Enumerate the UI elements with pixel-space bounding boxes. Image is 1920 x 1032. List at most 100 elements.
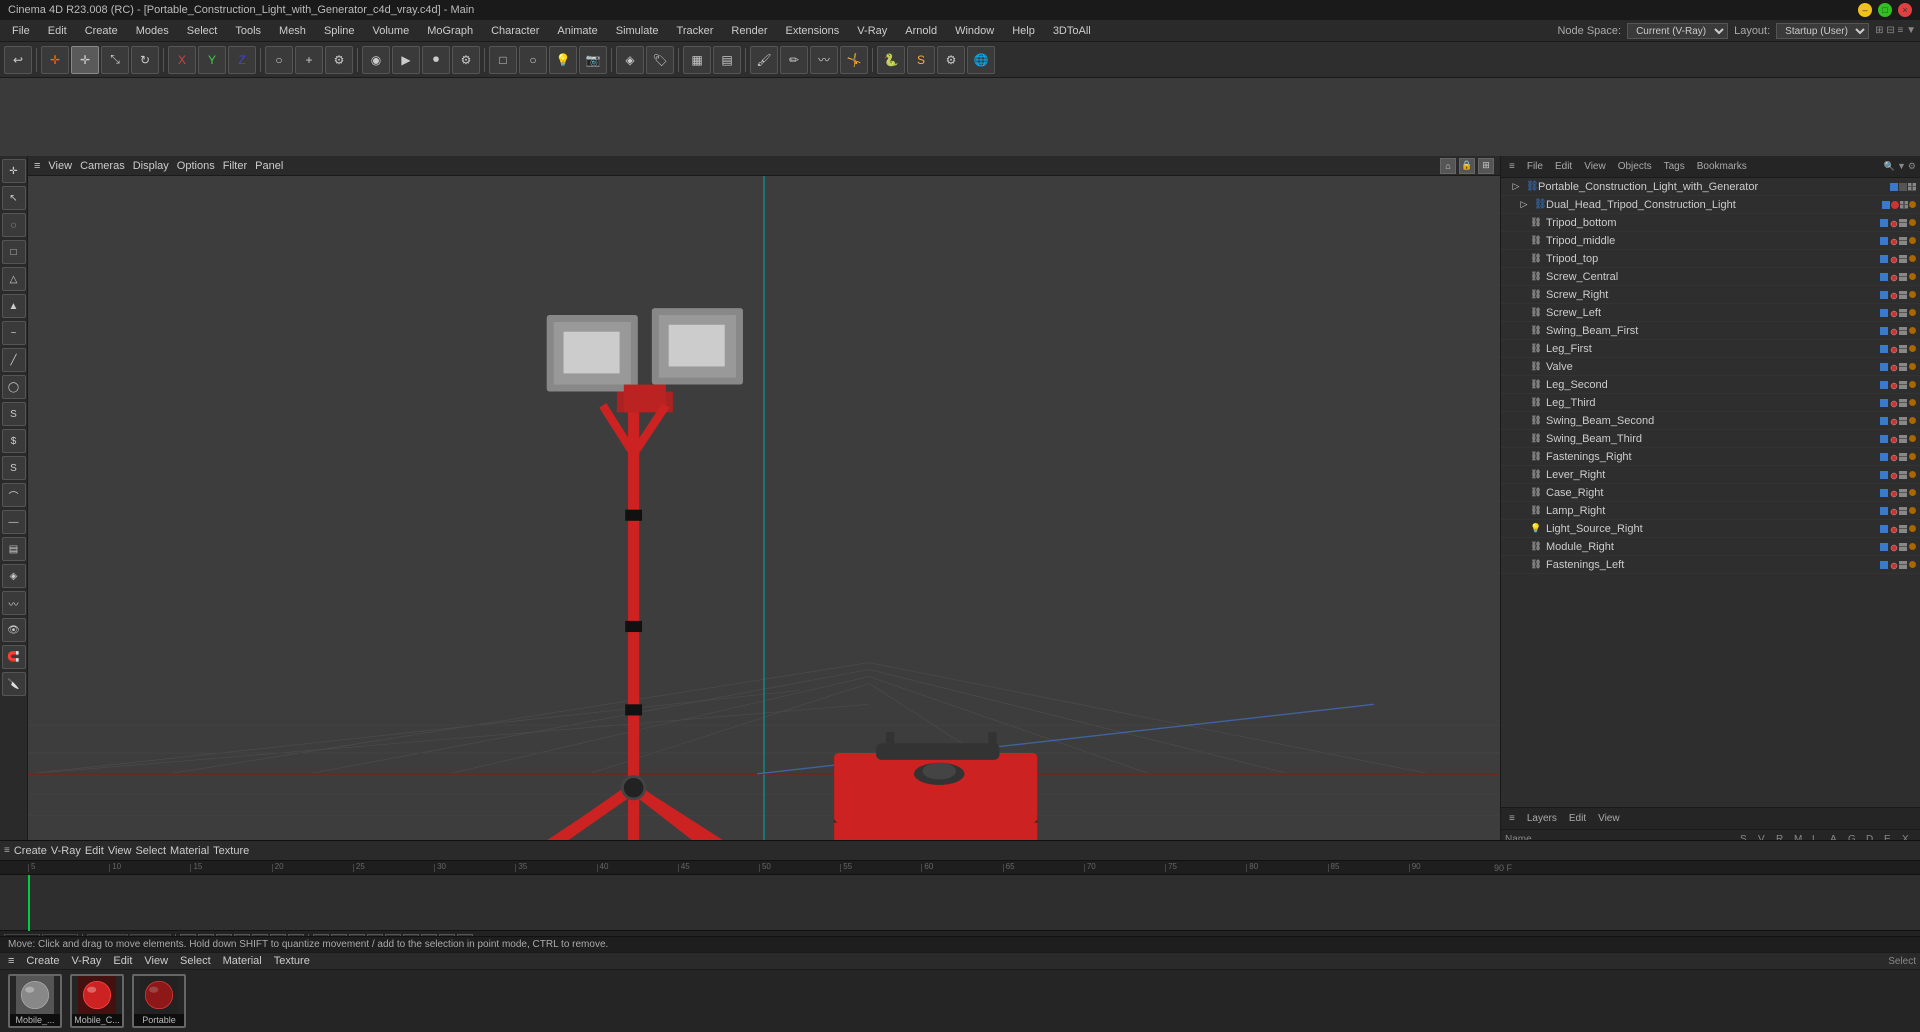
node-space-select[interactable]: Current (V-Ray): [1627, 23, 1728, 39]
vp-icon-expand[interactable]: ⊞: [1478, 158, 1494, 174]
obj-menu-toggle[interactable]: ≡: [1505, 161, 1519, 172]
obj-render[interactable]: [1890, 561, 1898, 569]
scale-button[interactable]: ⤡: [101, 46, 129, 74]
script-button[interactable]: S: [907, 46, 935, 74]
tool-sculpt[interactable]: ◈: [2, 564, 26, 588]
obj-render[interactable]: [1890, 453, 1898, 461]
obj-vis[interactable]: [1880, 417, 1888, 425]
y-axis-button[interactable]: Y: [198, 46, 226, 74]
tl-menu-select[interactable]: Select: [135, 845, 166, 857]
obj-row-screw_left[interactable]: ⛓ Screw_Left: [1501, 304, 1920, 322]
close-button[interactable]: ×: [1898, 3, 1912, 17]
vp-menu-panel[interactable]: Panel: [255, 160, 283, 172]
tool-spline[interactable]: ~: [2, 321, 26, 345]
tl-menu-create[interactable]: Create: [14, 845, 47, 857]
mat-menu-view[interactable]: View: [140, 955, 172, 967]
obj-row-root[interactable]: ▷ ⛓ Portable_Construction_Light_with_Gen…: [1501, 178, 1920, 196]
layout-select[interactable]: Startup (User): [1776, 23, 1869, 39]
light-button[interactable]: 💡: [549, 46, 577, 74]
material-thumb-1[interactable]: Mobile_...: [8, 974, 62, 1028]
camera-button[interactable]: 📷: [579, 46, 607, 74]
obj-render[interactable]: [1890, 327, 1898, 335]
menu-volume[interactable]: Volume: [365, 23, 418, 39]
obj-vis[interactable]: [1880, 525, 1888, 533]
terrain-button[interactable]: ▦: [683, 46, 711, 74]
obj-row-module_right[interactable]: ⛓ Module_Right: [1501, 538, 1920, 556]
move-button[interactable]: ✛: [71, 46, 99, 74]
obj-render[interactable]: [1890, 489, 1898, 497]
obj-row-screw_right[interactable]: ⛓ Screw_Right: [1501, 286, 1920, 304]
menu-vray[interactable]: V-Ray: [849, 23, 895, 39]
obj-row-tripod_middle[interactable]: ⛓ Tripod_middle: [1501, 232, 1920, 250]
menu-3dtoall[interactable]: 3DToAll: [1045, 23, 1099, 39]
menu-simulate[interactable]: Simulate: [608, 23, 667, 39]
vp-icon-lock[interactable]: 🔒: [1459, 158, 1475, 174]
obj-vis[interactable]: [1880, 471, 1888, 479]
tl-menu-edit[interactable]: Edit: [85, 845, 104, 857]
obj-vis-dot-2[interactable]: [1882, 201, 1890, 209]
play-button[interactable]: ▶: [392, 46, 420, 74]
mat-menu-select[interactable]: Select: [176, 955, 215, 967]
mat-menu-material[interactable]: Material: [219, 955, 266, 967]
menu-edit[interactable]: Edit: [40, 23, 75, 39]
obj-row-light_source_right[interactable]: 💡 Light_Source_Right: [1501, 520, 1920, 538]
tool-select[interactable]: ↖: [2, 186, 26, 210]
menu-help[interactable]: Help: [1004, 23, 1043, 39]
minimize-button[interactable]: –: [1858, 3, 1872, 17]
mat-menu-vray[interactable]: V-Ray: [67, 955, 105, 967]
mat-menu-create[interactable]: Create: [22, 955, 63, 967]
obj-vis[interactable]: [1880, 345, 1888, 353]
terrain2-button[interactable]: ▤: [713, 46, 741, 74]
viewport-solo-button[interactable]: ◉: [362, 46, 390, 74]
obj-render[interactable]: [1890, 237, 1898, 245]
obj-render[interactable]: [1890, 309, 1898, 317]
obj-render[interactable]: [1890, 219, 1898, 227]
hair-button[interactable]: 〰: [810, 46, 838, 74]
obj-vis[interactable]: [1880, 237, 1888, 245]
tool-polygon[interactable]: △: [2, 267, 26, 291]
sphere-button[interactable]: ○: [519, 46, 547, 74]
obj-render-red[interactable]: [1891, 201, 1899, 209]
tool-line[interactable]: ╱: [2, 348, 26, 372]
obj-vis[interactable]: [1880, 435, 1888, 443]
obj-render[interactable]: [1890, 291, 1898, 299]
tool-lasso[interactable]: ◌: [2, 213, 26, 237]
menu-tools[interactable]: Tools: [227, 23, 269, 39]
z-axis-button[interactable]: Z: [228, 46, 256, 74]
vp-menu-view[interactable]: View: [48, 160, 72, 172]
mat-menu-edit[interactable]: Edit: [109, 955, 136, 967]
obj-row-lever_right[interactable]: ⛓ Lever_Right: [1501, 466, 1920, 484]
menu-select[interactable]: Select: [179, 23, 226, 39]
menu-render[interactable]: Render: [723, 23, 775, 39]
layers-menu-layers[interactable]: Layers: [1523, 813, 1561, 824]
material-button[interactable]: ◈: [616, 46, 644, 74]
obj-vis[interactable]: [1880, 219, 1888, 227]
obj-row-lamp_right[interactable]: ⛓ Lamp_Right: [1501, 502, 1920, 520]
tl-menu-texture[interactable]: Texture: [213, 845, 249, 857]
obj-vis[interactable]: [1880, 381, 1888, 389]
obj-vis-dot[interactable]: [1890, 183, 1898, 191]
obj-row-tripod_bottom[interactable]: ⛓ Tripod_bottom: [1501, 214, 1920, 232]
layers-menu-view[interactable]: View: [1594, 813, 1624, 824]
new-object-button[interactable]: +: [295, 46, 323, 74]
mat-menu-toggle[interactable]: ≡: [4, 955, 18, 967]
vp-menu-display[interactable]: Display: [133, 160, 169, 172]
menu-arnold[interactable]: Arnold: [897, 23, 945, 39]
tool-s2[interactable]: S: [2, 456, 26, 480]
tool-magnet[interactable]: 🧲: [2, 645, 26, 669]
obj-row-fastenings_right[interactable]: ⛓ Fastenings_Right: [1501, 448, 1920, 466]
tl-menu-vray[interactable]: V-Ray: [51, 845, 81, 857]
obj-render[interactable]: [1890, 381, 1898, 389]
material-thumb-2[interactable]: Mobile_C...: [70, 974, 124, 1028]
pref-button[interactable]: ⚙: [937, 46, 965, 74]
tool-terrain[interactable]: ▤: [2, 537, 26, 561]
obj-vis[interactable]: [1880, 255, 1888, 263]
tool-box[interactable]: □: [2, 240, 26, 264]
obj-render[interactable]: [1890, 399, 1898, 407]
vp-menu-cameras[interactable]: Cameras: [80, 160, 125, 172]
obj-vis[interactable]: [1880, 399, 1888, 407]
record-button[interactable]: ⏺: [422, 46, 450, 74]
obj-row-swing_beam_second[interactable]: ⛓ Swing_Beam_Second: [1501, 412, 1920, 430]
tool-eye[interactable]: 👁: [2, 618, 26, 642]
obj-row-swing_beam_third[interactable]: ⛓ Swing_Beam_Third: [1501, 430, 1920, 448]
